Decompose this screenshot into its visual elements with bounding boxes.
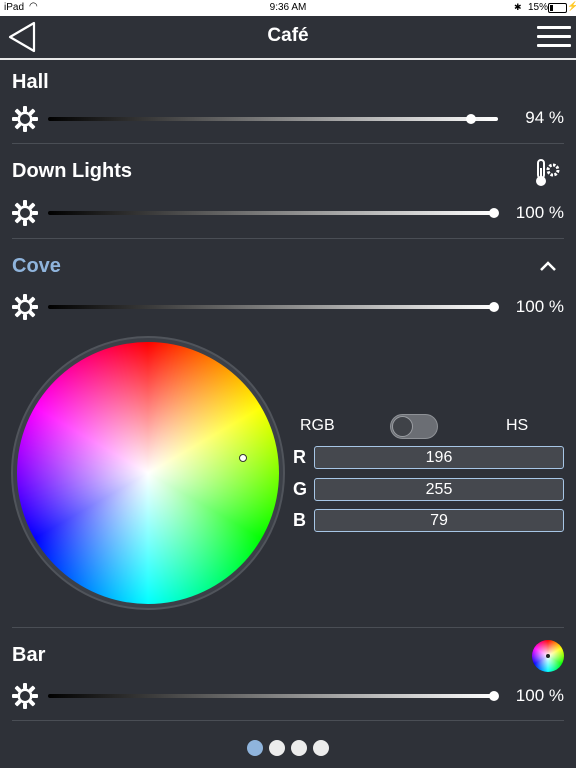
zone-divider	[12, 143, 564, 144]
page-indicator	[0, 740, 576, 758]
battery-icon	[548, 3, 567, 13]
brightness-slider-down-lights[interactable]	[48, 208, 499, 218]
zone-divider	[12, 238, 564, 239]
status-bar: iPad ◠ 9:36 AM ✱ 15% ⚡	[0, 0, 576, 16]
zone-title-bar: Bar	[12, 644, 46, 666]
page-dot[interactable]	[247, 740, 263, 756]
level-text-hall: 94 %	[525, 108, 564, 127]
zone-divider	[12, 720, 564, 721]
red-value-field[interactable]: 196	[314, 446, 564, 469]
color-wheel[interactable]	[17, 342, 279, 604]
charging-icon: ⚡	[567, 1, 576, 11]
status-time: 9:36 AM	[269, 2, 307, 13]
toggle-thumb[interactable]	[392, 416, 413, 437]
mode-label-rgb: RGB	[300, 417, 335, 434]
level-text-cove: 100 %	[515, 297, 564, 316]
slider-knob[interactable]	[489, 302, 499, 312]
sun-icon[interactable]	[12, 106, 38, 132]
zone-title-down-lights: Down Lights	[12, 160, 132, 182]
zone-title-hall: Hall	[12, 71, 49, 93]
level-text-bar: 100 %	[515, 686, 564, 705]
mode-label-hs: HS	[506, 417, 529, 434]
brightness-slider-hall[interactable]	[48, 114, 498, 124]
page-title: Café	[267, 25, 309, 46]
sun-icon[interactable]	[12, 200, 38, 226]
channel-label-g: G	[293, 479, 308, 499]
bluetooth-icon: ✱	[514, 2, 522, 12]
hamburger-menu-icon[interactable]	[537, 24, 571, 50]
chevron-up-icon[interactable]	[538, 258, 558, 274]
level-text-down-lights: 100 %	[515, 203, 564, 222]
channel-label-r: R	[293, 447, 306, 467]
page-dot[interactable]	[269, 740, 285, 756]
slider-knob[interactable]	[466, 114, 476, 124]
color-wheel-icon[interactable]	[532, 640, 564, 672]
nav-bar: Café	[0, 16, 576, 58]
zone-divider	[12, 627, 564, 628]
green-value-field[interactable]: 255	[314, 478, 564, 501]
page-dot[interactable]	[313, 740, 329, 756]
brightness-slider-bar[interactable]	[48, 691, 499, 701]
brightness-slider-cove[interactable]	[48, 302, 499, 312]
page-dot[interactable]	[291, 740, 307, 756]
rgb-hs-toggle[interactable]	[390, 414, 438, 439]
channel-label-b: B	[293, 510, 306, 530]
slider-knob[interactable]	[489, 691, 499, 701]
nav-divider	[0, 58, 576, 60]
sun-icon[interactable]	[12, 683, 38, 709]
color-wheel-cursor[interactable]	[239, 454, 247, 462]
thermometer-gear-icon[interactable]	[532, 158, 562, 188]
sun-icon[interactable]	[12, 294, 38, 320]
zone-title-cove: Cove	[12, 255, 61, 277]
battery-percent: 15%	[528, 2, 549, 13]
blue-value-field[interactable]: 79	[314, 509, 564, 532]
slider-knob[interactable]	[489, 208, 499, 218]
